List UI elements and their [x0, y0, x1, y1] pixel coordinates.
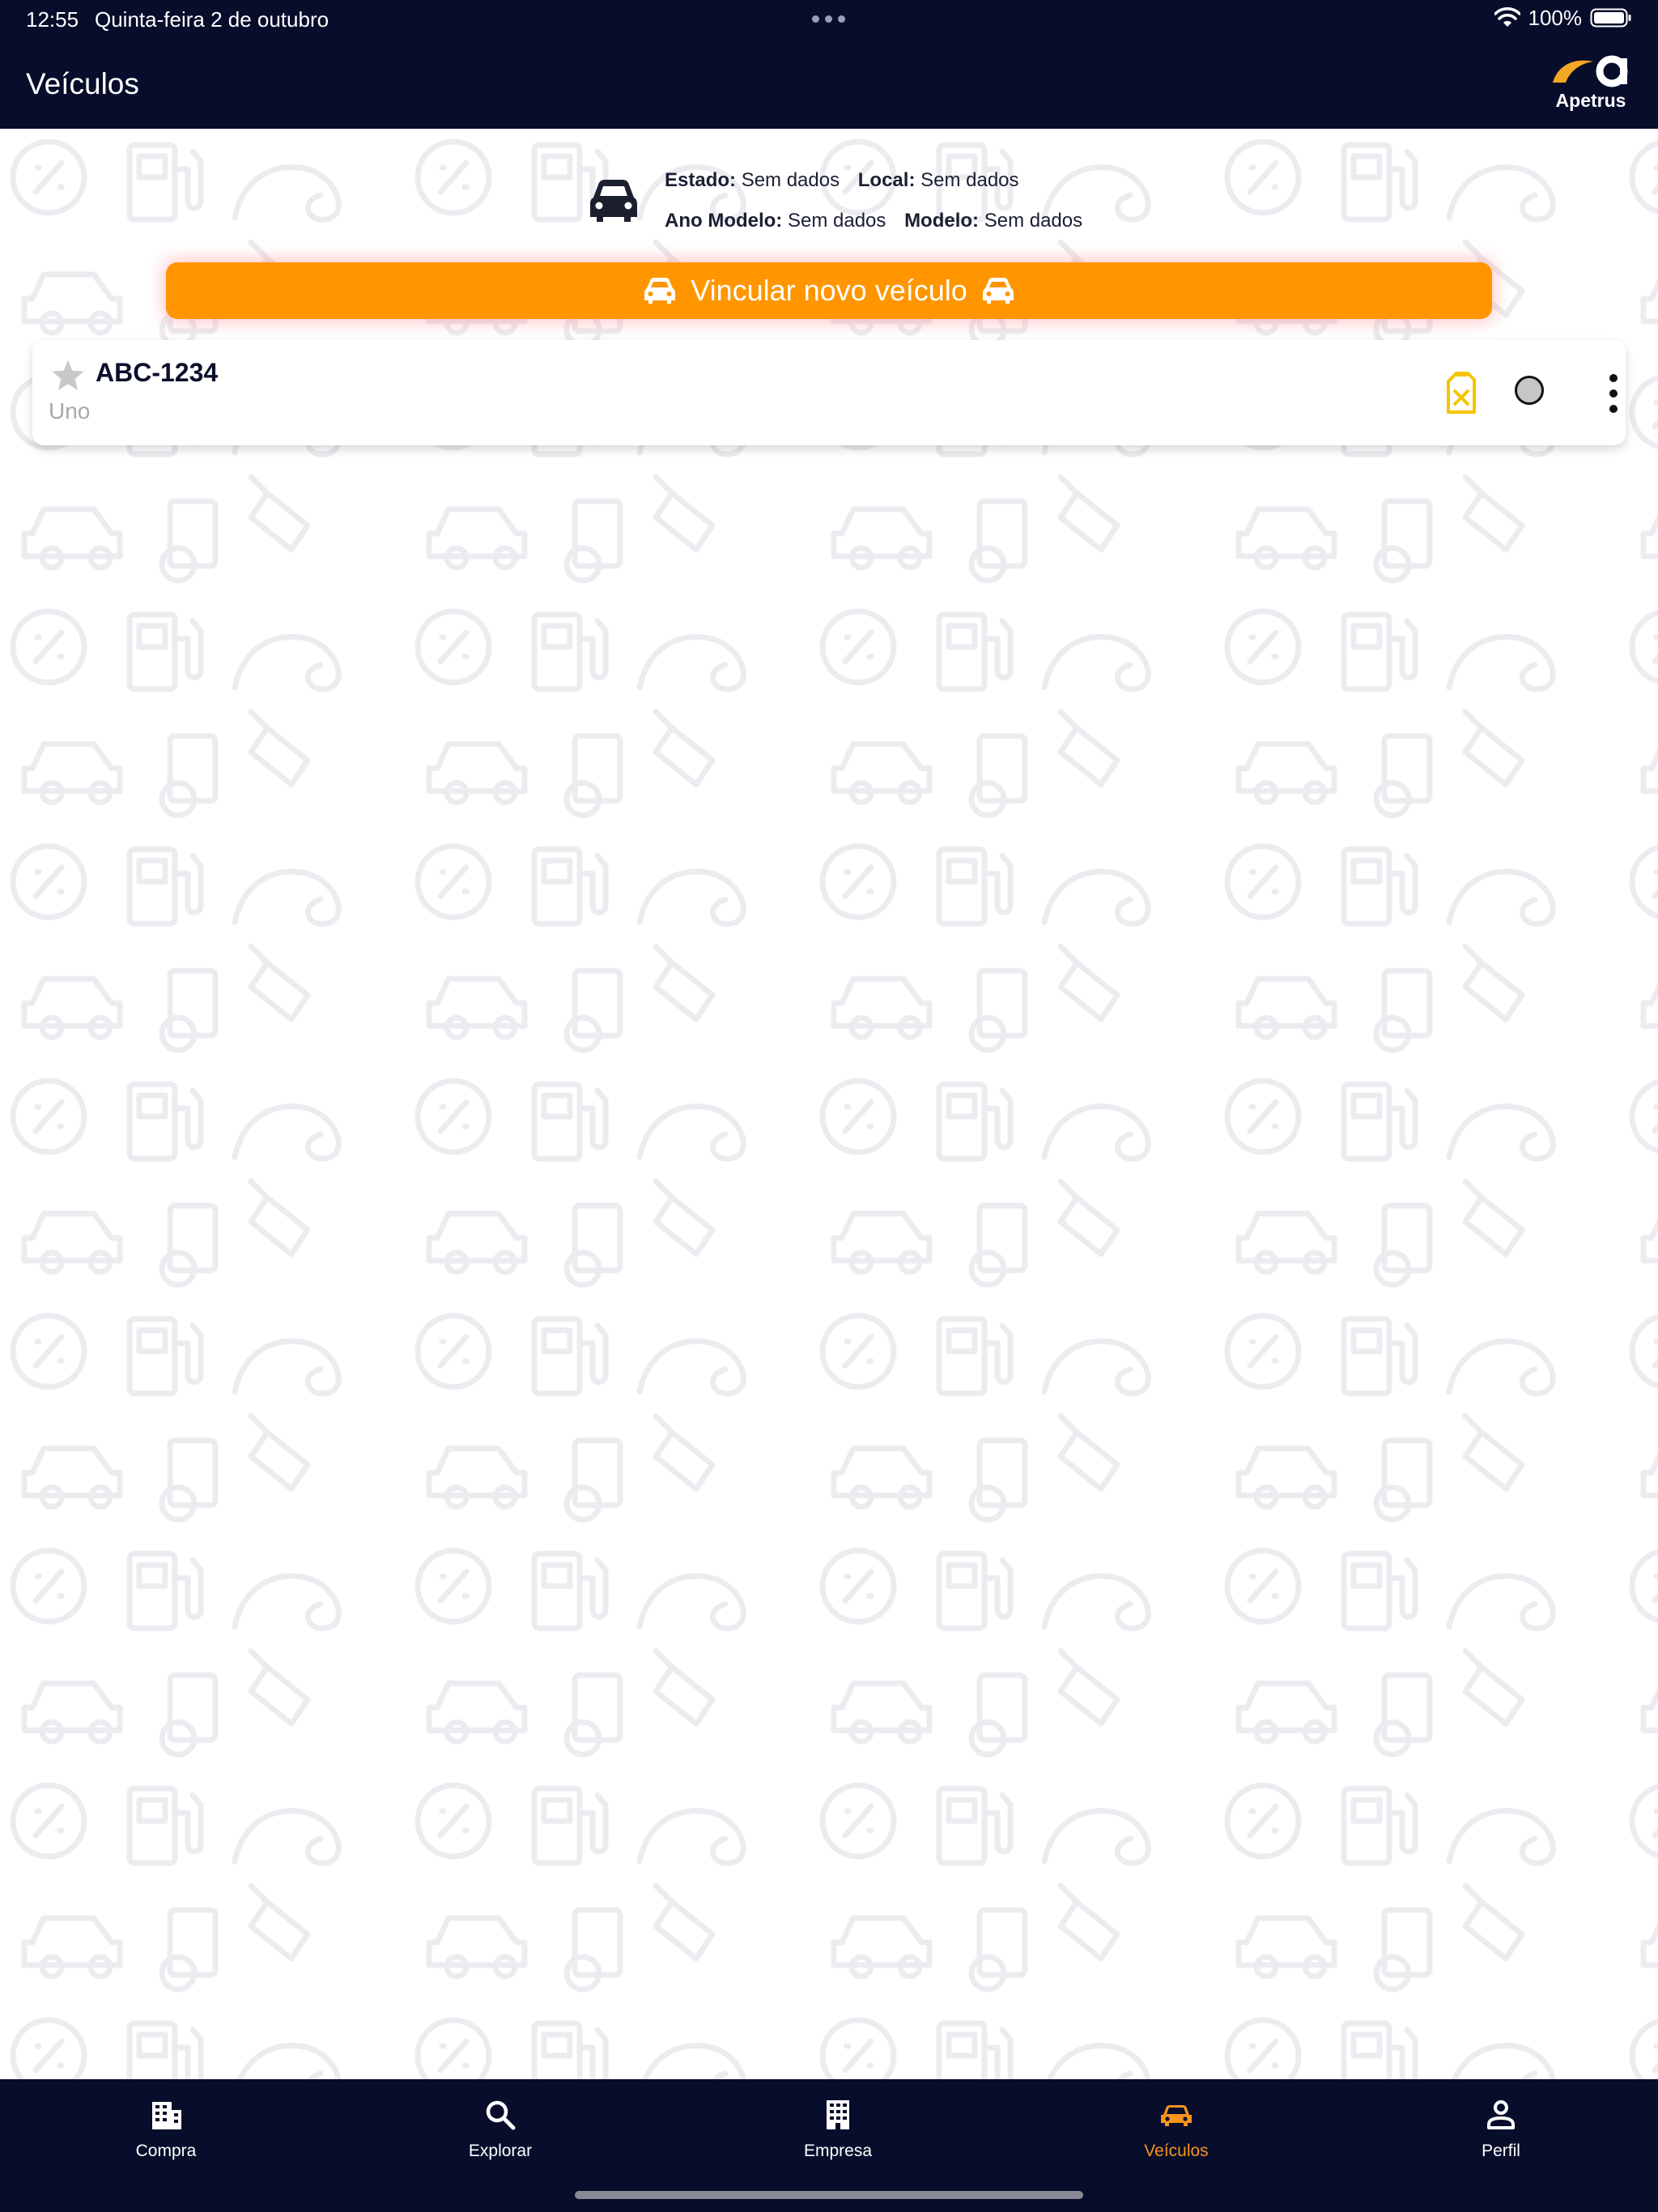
vehicles-content: Estado: Sem dados Local: Sem dados Ano M… — [0, 129, 1658, 2079]
car-icon — [1161, 2105, 1192, 2126]
apetrus-logo: Apetrus — [1553, 55, 1628, 111]
multitasking-dots-icon[interactable] — [812, 15, 845, 23]
model-value: Sem dados — [984, 210, 1083, 232]
tab-label: Perfil — [1482, 2142, 1520, 2160]
location-value: Sem dados — [920, 169, 1019, 191]
status-time: 12:55 — [26, 7, 79, 32]
tab-empresa[interactable]: Empresa — [741, 2097, 935, 2162]
battery-percentage: 100% — [1528, 6, 1583, 30]
fuel-can-icon[interactable] — [1443, 370, 1479, 415]
link-new-vehicle-label: Vincular novo veículo — [691, 274, 967, 307]
tab-veiculos[interactable]: Veículos — [1079, 2097, 1273, 2162]
tab-explorar[interactable]: Explorar — [403, 2097, 597, 2162]
tab-label: Compra — [135, 2142, 197, 2160]
vehicle-card[interactable]: ABC-1234 Uno — [32, 340, 1626, 445]
office-building-icon — [827, 2100, 849, 2129]
page-title: Veículos — [26, 67, 139, 100]
home-indicator[interactable] — [575, 2191, 1083, 2199]
model-label: Modelo: — [904, 210, 980, 232]
car-icon — [982, 278, 1014, 304]
person-icon — [1487, 2100, 1515, 2129]
svg-text:Apetrus: Apetrus — [1556, 90, 1626, 111]
search-icon — [486, 2100, 516, 2130]
model-year-label: Ano Modelo: — [665, 210, 783, 232]
vehicle-plate: ABC-1234 — [96, 358, 219, 387]
vehicle-model: Uno — [49, 398, 91, 423]
tab-label: Empresa — [803, 2142, 873, 2160]
more-vertical-icon[interactable] — [1608, 370, 1619, 417]
wifi-icon — [1494, 7, 1520, 27]
tab-compra[interactable]: Compra — [69, 2097, 263, 2162]
status-date: Quinta-feira 2 de outubro — [95, 7, 329, 32]
star-icon[interactable] — [51, 359, 85, 391]
link-new-vehicle-button[interactable]: Vincular novo veículo — [166, 262, 1492, 319]
tab-perfil[interactable]: Perfil — [1404, 2097, 1598, 2162]
battery-icon — [1590, 8, 1631, 28]
location-label: Local: — [857, 169, 916, 191]
top-bar: 12:55 Quinta-feira 2 de outubro 100% Veí… — [0, 0, 1658, 129]
tab-label: Explorar — [468, 2142, 533, 2160]
status-indicator-button[interactable] — [1515, 376, 1544, 405]
car-icon — [590, 180, 637, 222]
tab-label: Veículos — [1144, 2142, 1209, 2160]
state-label: Estado: — [665, 169, 737, 191]
car-icon — [644, 278, 676, 304]
status-indicators: 100% — [1494, 5, 1633, 31]
vehicle-info-text: Estado: Sem dados Local: Sem dados Ano M… — [665, 168, 1082, 233]
model-year-value: Sem dados — [787, 210, 886, 232]
vehicle-info-panel: Estado: Sem dados Local: Sem dados Ano M… — [589, 168, 1082, 233]
state-value: Sem dados — [741, 169, 840, 191]
building-icon — [152, 2102, 181, 2129]
